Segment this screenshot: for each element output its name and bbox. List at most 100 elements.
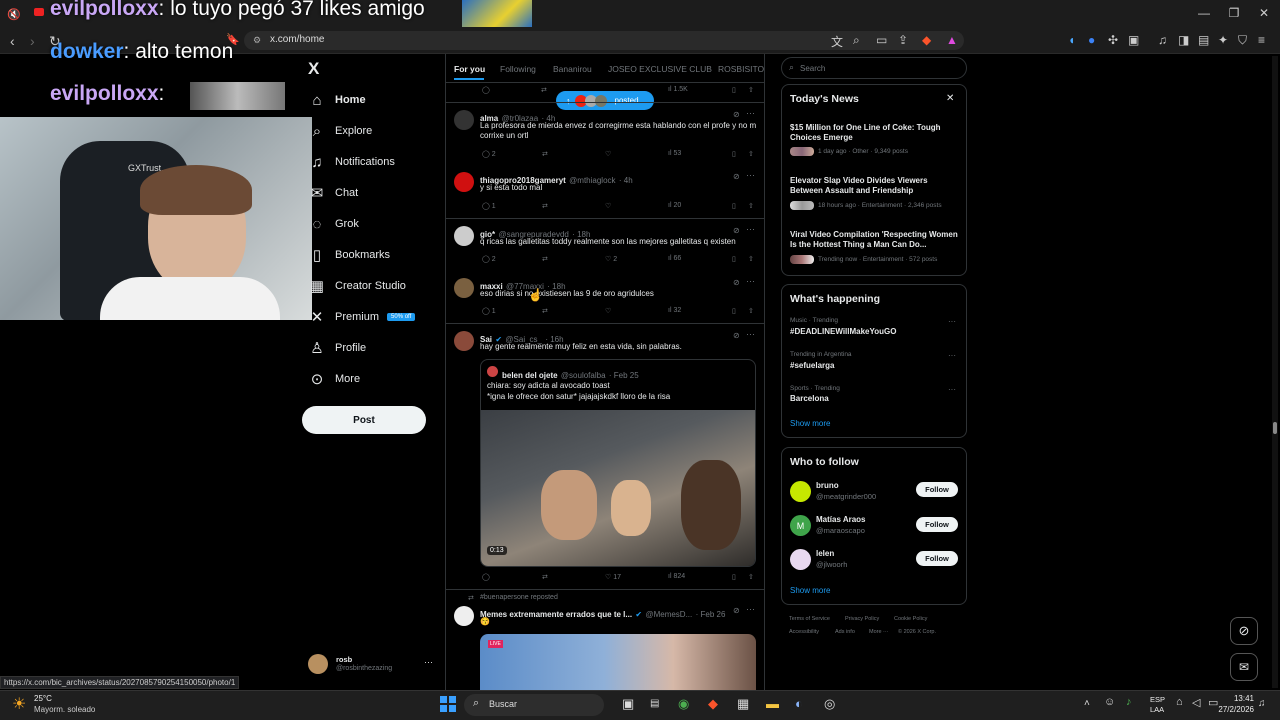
wallet-icon[interactable]: ▤ bbox=[1198, 33, 1209, 47]
forward-icon[interactable]: › bbox=[30, 33, 35, 49]
footer-link[interactable]: Terms of Service bbox=[789, 616, 830, 622]
share-icon[interactable]: ⇧ bbox=[748, 202, 754, 210]
brave-shield-icon[interactable]: ◆ bbox=[922, 33, 931, 47]
minimize-button[interactable]: — bbox=[1194, 6, 1214, 20]
news-item-title[interactable]: Elevator Slap Video Divides Viewers Betw… bbox=[790, 176, 962, 196]
x-logo-icon[interactable]: X bbox=[308, 59, 319, 79]
music-icon[interactable]: ♫ bbox=[1158, 33, 1167, 47]
network-icon[interactable]: ⌂ bbox=[1176, 696, 1183, 708]
views-count[interactable]: ıl 1.5K bbox=[668, 86, 688, 93]
tweet-avatar[interactable] bbox=[454, 331, 474, 351]
account-avatar[interactable] bbox=[308, 654, 328, 674]
close-window-button[interactable]: ✕ bbox=[1254, 6, 1274, 20]
notification-bell-icon[interactable]: ♫ bbox=[1258, 698, 1266, 709]
tray-chevron-icon[interactable]: ˄ bbox=[1084, 698, 1090, 709]
post-button[interactable]: Post bbox=[302, 406, 426, 434]
nav-more[interactable]: ⊙ More bbox=[308, 367, 360, 391]
translate-icon[interactable]: 文 bbox=[831, 33, 843, 50]
clock-time[interactable]: 13:41 bbox=[1226, 694, 1254, 703]
chrome-icon[interactable]: ◉ bbox=[678, 696, 689, 712]
extension-blue-icon[interactable]: ● bbox=[1088, 33, 1095, 47]
back-icon[interactable]: ‹ bbox=[10, 33, 15, 49]
repost-icon[interactable]: ⇄ bbox=[542, 307, 548, 315]
tweet-menu-icon[interactable]: ··· bbox=[746, 276, 755, 286]
reply-icon[interactable]: ◯ bbox=[482, 573, 490, 581]
grok-tweet-icon[interactable]: ⊘ bbox=[733, 226, 740, 235]
tweet-menu-icon[interactable]: ··· bbox=[746, 224, 755, 234]
share-icon[interactable]: ⇪ bbox=[898, 33, 908, 47]
close-icon[interactable]: ✕ bbox=[946, 93, 954, 104]
bookmark-icon[interactable]: ▯ bbox=[732, 202, 736, 210]
media-preview[interactable]: LIVE bbox=[480, 634, 756, 690]
like-count[interactable]: ♡ 17 bbox=[605, 573, 621, 581]
follow-avatar[interactable]: M bbox=[790, 515, 811, 536]
tweet-menu-icon[interactable]: ··· bbox=[746, 329, 755, 339]
trend-menu-icon[interactable]: ··· bbox=[948, 351, 956, 360]
zoom-icon[interactable]: ⌕ bbox=[853, 33, 860, 48]
footer-link[interactable]: Privacy Policy bbox=[845, 616, 879, 622]
follow-name[interactable]: Matías Araos bbox=[816, 515, 866, 524]
nav-premium[interactable]: ✕ Premium 50% off bbox=[308, 305, 416, 329]
footer-link[interactable]: Cookie Policy bbox=[894, 616, 927, 622]
file-explorer-icon[interactable]: ▬ bbox=[766, 696, 779, 711]
tab-following[interactable]: Following bbox=[500, 64, 536, 74]
vpn-icon[interactable]: ⛉ bbox=[1238, 33, 1247, 48]
views-count[interactable]: ıl 32 bbox=[668, 307, 681, 314]
share-icon[interactable]: ⇧ bbox=[748, 573, 754, 581]
audio-wave-icon[interactable]: ◖ bbox=[1068, 33, 1075, 47]
news-item-title[interactable]: Viral Video Compilation 'Respecting Wome… bbox=[790, 230, 962, 250]
like-icon[interactable]: ♡ bbox=[605, 150, 611, 158]
tweet-menu-icon[interactable]: ··· bbox=[746, 108, 755, 118]
tab-audio-icon[interactable]: 🔇 bbox=[4, 8, 24, 21]
sidebar-icon[interactable]: ◨ bbox=[1178, 33, 1189, 47]
like-icon[interactable]: ♡ bbox=[605, 307, 611, 315]
tweet-avatar[interactable] bbox=[454, 226, 474, 246]
nav-grok[interactable]: ◌ Grok bbox=[308, 212, 359, 236]
site-info-icon[interactable]: ⚙ bbox=[253, 35, 261, 46]
like-icon[interactable]: ♡ bbox=[605, 202, 611, 210]
repost-icon[interactable]: ⇄ bbox=[541, 86, 547, 94]
scrollbar-thumb[interactable] bbox=[1273, 422, 1277, 434]
show-more-link[interactable]: Show more bbox=[790, 586, 830, 595]
nav-notifications[interactable]: ♫ Notifications bbox=[308, 150, 395, 174]
nav-explore[interactable]: ⌕ Explore bbox=[308, 119, 373, 143]
bookmark-icon[interactable]: ▯ bbox=[732, 307, 736, 315]
nav-chat[interactable]: ✉ Chat bbox=[308, 181, 359, 205]
follow-avatar[interactable] bbox=[790, 549, 811, 570]
menu-icon[interactable]: ≡ bbox=[1258, 33, 1265, 47]
tweet-avatar[interactable] bbox=[454, 278, 474, 298]
repost-icon[interactable]: ⇄ bbox=[542, 255, 548, 263]
nav-creator-studio[interactable]: ▦ Creator Studio bbox=[308, 274, 406, 298]
leo-icon[interactable]: ✦ bbox=[1218, 33, 1228, 47]
follow-name[interactable]: bruno bbox=[816, 481, 839, 490]
brave-icon[interactable]: ◆ bbox=[708, 696, 718, 712]
account-menu-icon[interactable]: ··· bbox=[424, 657, 433, 667]
scrollbar[interactable] bbox=[1272, 56, 1278, 688]
tab-rosbisitos[interactable]: ROSBISITOS bbox=[718, 64, 764, 74]
repost-icon[interactable]: ⇄ bbox=[542, 202, 548, 210]
tweet-avatar[interactable] bbox=[454, 172, 474, 192]
volume-icon[interactable]: ◁ bbox=[1192, 696, 1200, 709]
grok-tweet-icon[interactable]: ⊘ bbox=[733, 278, 740, 287]
cast-icon[interactable]: ▭ bbox=[876, 33, 887, 47]
follow-button[interactable]: Follow bbox=[916, 551, 958, 566]
obs-icon[interactable]: ◎ bbox=[824, 696, 835, 712]
tweet-avatar[interactable] bbox=[454, 110, 474, 130]
nav-home[interactable]: ⌂ Home bbox=[308, 88, 365, 112]
task-view-icon[interactable]: ▣ bbox=[622, 696, 634, 712]
reply-icon[interactable]: ◯ bbox=[482, 86, 490, 94]
tab-joseo[interactable]: JOSEO EXCLUSIVE CLUB bbox=[608, 64, 712, 74]
start-icon[interactable] bbox=[440, 696, 456, 712]
rewards-icon[interactable]: ▲ bbox=[946, 33, 958, 47]
repost-label[interactable]: #buenapersone reposted bbox=[480, 594, 558, 601]
share-icon[interactable]: ⇧ bbox=[748, 86, 754, 94]
views-count[interactable]: ıl 20 bbox=[668, 202, 681, 209]
grok-tweet-icon[interactable]: ⊘ bbox=[733, 331, 740, 340]
tab-capture-icon[interactable]: ▣ bbox=[1128, 33, 1139, 47]
url-text[interactable]: x.com/home bbox=[270, 34, 324, 45]
trend-name[interactable]: #sefuelarga bbox=[790, 361, 834, 370]
bookmark-icon[interactable]: ▯ bbox=[732, 255, 736, 263]
nav-bookmarks[interactable]: ▯ Bookmarks bbox=[308, 243, 390, 267]
steam-icon[interactable]: ◐ bbox=[795, 696, 803, 711]
store-icon[interactable]: ▦ bbox=[737, 696, 749, 712]
